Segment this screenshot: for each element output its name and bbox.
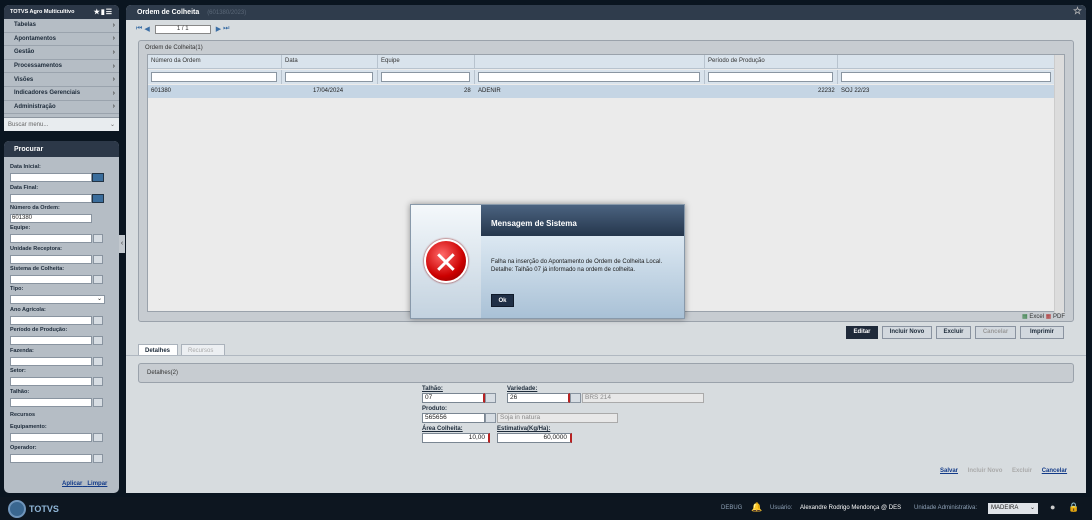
dialog-message: Falha na inserção do Apontamento de Orde… <box>491 258 681 274</box>
user-name: Alexandre Rodrigo Mendonça @ DES <box>800 505 902 511</box>
status-bar: TOTVS DEBUG 🔔 Usuário: Alexandre Rodrigo… <box>0 497 1092 520</box>
dialog-message-line1: Falha na inserção do Apontamento de Orde… <box>491 259 663 265</box>
system-message-dialog: ✕ Mensagem de Sistema Falha na inserção … <box>410 204 685 319</box>
error-icon: ✕ <box>424 239 468 283</box>
ok-button[interactable]: Ok <box>491 294 514 307</box>
chevron-down-icon: ⌄ <box>1029 505 1035 511</box>
dialog-title: Mensagem de Sistema <box>481 205 684 236</box>
notification-bell-icon[interactable]: 🔔 <box>751 502 762 513</box>
user-label: Usuário: <box>770 505 793 511</box>
status-circle-icon[interactable]: ● <box>1050 502 1055 512</box>
lock-icon[interactable]: 🔒 <box>1068 502 1079 513</box>
debug-label: DEBUG <box>721 505 743 511</box>
unit-select[interactable]: MADEIRA ⌄ <box>988 503 1038 514</box>
unit-label: Unidade Administrativa: <box>914 505 978 511</box>
totvs-orb-icon <box>8 500 26 518</box>
dialog-body: Falha na inserção do Apontamento de Orde… <box>481 236 684 318</box>
dialog-message-line2: Detalhe: Talhão 07 já informado na ordem… <box>491 267 635 273</box>
totvs-logo: TOTVS <box>8 500 59 518</box>
dialog-icon-area: ✕ <box>411 205 481 318</box>
